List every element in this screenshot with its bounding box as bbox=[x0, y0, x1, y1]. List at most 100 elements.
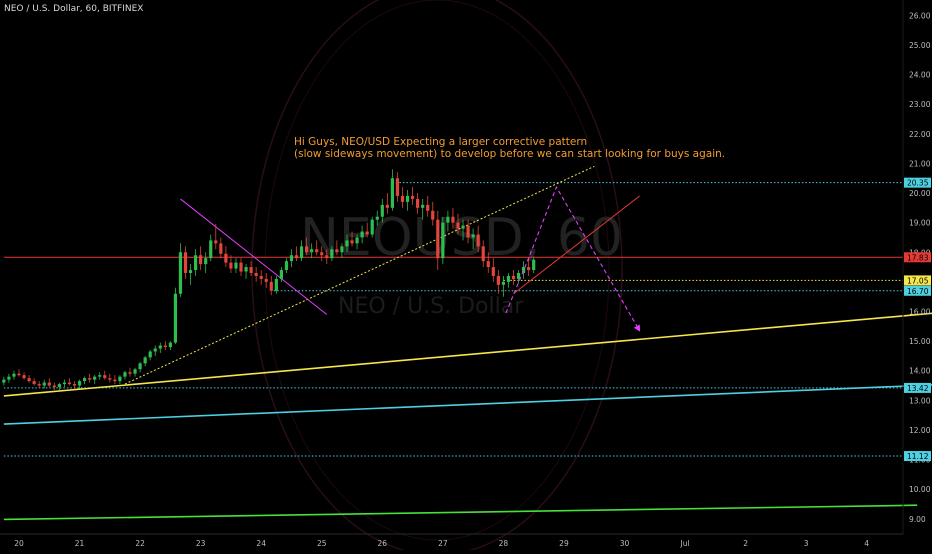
candle bbox=[441, 216, 445, 265]
candle-body bbox=[506, 275, 511, 282]
candle bbox=[133, 367, 137, 377]
candle bbox=[395, 172, 400, 202]
candle bbox=[52, 382, 56, 390]
candle bbox=[496, 270, 500, 294]
price-tag-label: 17.05 bbox=[907, 276, 929, 285]
candle bbox=[82, 376, 87, 385]
candle-body bbox=[350, 240, 354, 244]
candle-body bbox=[441, 222, 445, 259]
candle-body bbox=[42, 382, 46, 386]
candle bbox=[239, 258, 243, 276]
candle bbox=[294, 246, 299, 262]
text-annotation[interactable]: Hi Guys, NEO/USD Expecting a larger corr… bbox=[294, 136, 725, 160]
candle-body bbox=[476, 234, 480, 247]
candle-body bbox=[527, 267, 531, 271]
candle-body bbox=[22, 375, 26, 379]
candle-body bbox=[416, 198, 420, 208]
candle-body bbox=[178, 252, 183, 294]
candle bbox=[128, 367, 132, 377]
time-axis[interactable]: 20 21 22 23 24 25 26 27 28 29 30 Jul 2 3 4 bbox=[0, 533, 903, 548]
trendline[interactable] bbox=[3, 384, 932, 425]
candle bbox=[209, 234, 213, 262]
candle-body bbox=[249, 267, 253, 273]
candle bbox=[506, 272, 511, 288]
candle-body bbox=[163, 345, 167, 348]
annotation-line-1: Hi Guys, NEO/USD Expecting a larger corr… bbox=[294, 136, 588, 148]
candle-body bbox=[209, 240, 213, 259]
candle-body bbox=[12, 373, 16, 377]
candle bbox=[194, 249, 198, 276]
candle-body bbox=[446, 216, 450, 223]
price-tag-label: 16.70 bbox=[907, 287, 929, 296]
candle bbox=[57, 382, 61, 390]
candle bbox=[269, 275, 273, 296]
candle-body bbox=[204, 258, 208, 265]
candle-body bbox=[315, 249, 319, 253]
watermark-name: NEO / U.S. Dollar bbox=[338, 294, 524, 319]
candle-body bbox=[143, 357, 147, 364]
candle-body bbox=[335, 249, 339, 253]
candle-body bbox=[456, 222, 460, 229]
candle bbox=[199, 246, 203, 271]
candle-body bbox=[194, 255, 198, 271]
candle-body bbox=[27, 378, 31, 382]
candle bbox=[72, 381, 77, 389]
price-tick-label: 19.00 bbox=[909, 219, 931, 228]
watermark-ticker: NEOUSD, 60 bbox=[300, 208, 623, 268]
price-tick-label: 12.00 bbox=[909, 426, 931, 435]
symbol-title[interactable]: NEO / U.S. Dollar, 60, BITFINEX bbox=[4, 4, 143, 14]
price-tick-label: 15.00 bbox=[909, 337, 931, 346]
candle bbox=[138, 361, 142, 373]
price-tag-label: 20.35 bbox=[907, 179, 929, 188]
candle bbox=[390, 169, 394, 211]
candle-body bbox=[461, 225, 465, 229]
candle-body bbox=[481, 246, 485, 262]
candle-body bbox=[284, 261, 289, 271]
price-chart[interactable]: NEOUSD, 60 NEO / U.S. Dollar 9.00 10.00 11… bbox=[0, 0, 932, 554]
watermark: NEOUSD, 60 NEO / U.S. Dollar bbox=[251, 0, 623, 554]
candle bbox=[27, 375, 31, 383]
candle bbox=[370, 216, 374, 238]
candle-body bbox=[516, 272, 521, 279]
time-tick-label: 29 bbox=[559, 539, 569, 548]
candle bbox=[88, 373, 92, 383]
candle-body bbox=[2, 379, 6, 383]
candle bbox=[173, 287, 178, 345]
candle bbox=[47, 378, 51, 388]
candle-body bbox=[168, 342, 172, 348]
candle-body bbox=[511, 275, 516, 279]
time-tick-label: 20 bbox=[14, 539, 24, 548]
candle bbox=[168, 341, 172, 351]
candle bbox=[103, 370, 107, 380]
candle-body bbox=[360, 231, 364, 238]
candle-body bbox=[37, 384, 41, 386]
candle-body bbox=[380, 204, 384, 217]
chart-canvas[interactable]: NEOUSD, 60 NEO / U.S. Dollar 9.00 10.00 11… bbox=[0, 0, 932, 554]
candle-body bbox=[128, 372, 132, 374]
candle bbox=[37, 381, 41, 389]
trendline[interactable] bbox=[3, 312, 932, 397]
candle bbox=[234, 258, 238, 273]
candle-body bbox=[325, 255, 329, 259]
candle bbox=[400, 187, 405, 208]
candle-body bbox=[305, 246, 309, 253]
candles-layer bbox=[2, 169, 536, 390]
candle bbox=[113, 375, 117, 385]
time-tick-label: 27 bbox=[438, 539, 448, 548]
candle-body bbox=[234, 262, 238, 269]
time-tick-label: 2 bbox=[743, 539, 748, 548]
candle-body bbox=[370, 219, 374, 235]
time-tick-label: 22 bbox=[135, 539, 145, 548]
trendline[interactable] bbox=[3, 504, 918, 521]
time-tick-label: 23 bbox=[196, 539, 206, 548]
candle-body bbox=[385, 204, 389, 208]
candle bbox=[244, 264, 248, 279]
candle-body bbox=[229, 262, 233, 269]
price-tag: 11.12 bbox=[904, 451, 931, 462]
candle-body bbox=[471, 234, 475, 238]
candle-body bbox=[421, 204, 425, 208]
candle-body bbox=[199, 255, 203, 265]
candle-body bbox=[310, 249, 314, 253]
candle bbox=[204, 252, 208, 273]
candle-body bbox=[188, 270, 193, 273]
